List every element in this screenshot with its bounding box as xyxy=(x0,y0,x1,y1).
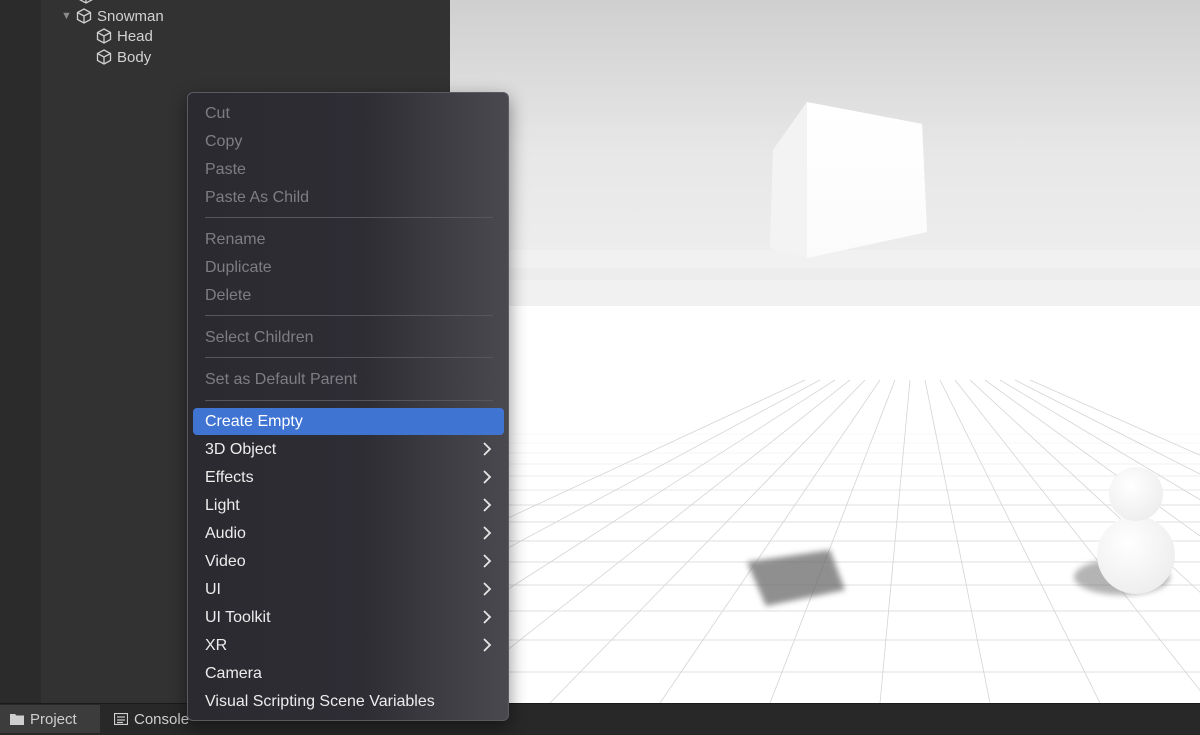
menu-item-3d-object[interactable]: 3D Object xyxy=(193,436,504,463)
menu-item-ui[interactable]: UI xyxy=(193,576,504,603)
menu-item-effects[interactable]: Effects xyxy=(193,464,504,491)
scene-cube[interactable] xyxy=(770,102,927,258)
console-icon xyxy=(114,713,128,725)
tree-item-label: Snowman xyxy=(97,7,164,25)
cube-icon xyxy=(76,8,92,24)
tree-item-snowman[interactable]: ▼ Snowman xyxy=(61,6,164,26)
menu-item-paste[interactable]: Paste xyxy=(193,156,504,183)
chevron-right-icon xyxy=(483,442,492,456)
scene-view[interactable] xyxy=(450,0,1200,703)
tab-label: Console xyxy=(134,710,190,728)
menu-item-visual-scripting-scene-variables[interactable]: Visual Scripting Scene Variables xyxy=(193,688,504,715)
chevron-right-icon xyxy=(483,638,492,652)
menu-separator xyxy=(205,217,493,218)
menu-item-rename[interactable]: Rename xyxy=(193,226,504,253)
menu-item-label: Light xyxy=(205,496,240,514)
menu-item-copy[interactable]: Copy xyxy=(193,128,504,155)
chevron-right-icon xyxy=(483,470,492,484)
tab-project[interactable]: Project xyxy=(0,705,100,733)
cube-icon xyxy=(79,0,93,4)
cube-icon xyxy=(96,28,112,44)
menu-item-light[interactable]: Light xyxy=(193,492,504,519)
menu-item-label: Video xyxy=(205,552,246,570)
tree-item-label: Body xyxy=(117,48,152,66)
menu-item-label: Audio xyxy=(205,524,246,542)
chevron-right-icon xyxy=(483,498,492,512)
menu-item-set-default-parent[interactable]: Set as Default Parent xyxy=(193,366,504,393)
hierarchy-gutter xyxy=(0,0,41,703)
menu-separator xyxy=(205,400,493,401)
menu-separator xyxy=(205,315,493,316)
menu-item-label: XR xyxy=(205,636,228,654)
scene-render xyxy=(450,102,1200,703)
chevron-right-icon xyxy=(483,582,492,596)
menu-item-video[interactable]: Video xyxy=(193,548,504,575)
chevron-right-icon xyxy=(483,610,492,624)
menu-item-label: Effects xyxy=(205,468,254,486)
expand-triangle-icon[interactable]: ▼ xyxy=(61,10,75,22)
menu-item-delete[interactable]: Delete xyxy=(193,282,504,309)
menu-separator xyxy=(205,357,493,358)
menu-item-paste-as-child[interactable]: Paste As Child xyxy=(193,184,504,211)
menu-item-camera[interactable]: Camera xyxy=(193,660,504,687)
menu-item-duplicate[interactable]: Duplicate xyxy=(193,254,504,281)
menu-item-label: 3D Object xyxy=(205,440,277,458)
tree-item-label: Head xyxy=(117,27,153,45)
chevron-right-icon xyxy=(483,554,492,568)
menu-item-label: UI Toolkit xyxy=(205,608,271,626)
menu-item-ui-toolkit[interactable]: UI Toolkit xyxy=(193,604,504,631)
folder-icon xyxy=(10,714,24,725)
menu-item-cut[interactable]: Cut xyxy=(193,100,504,127)
cube-icon xyxy=(96,49,112,65)
menu-item-xr[interactable]: XR xyxy=(193,632,504,659)
hierarchy-context-menu: Cut Copy Paste Paste As Child Rename Dup… xyxy=(187,92,509,721)
tab-label: Project xyxy=(30,710,77,728)
tree-item-head[interactable]: Head xyxy=(95,26,153,46)
bottom-tab-bar: Project Console xyxy=(0,703,1200,735)
menu-item-audio[interactable]: Audio xyxy=(193,520,504,547)
menu-item-select-children[interactable]: Select Children xyxy=(193,324,504,351)
menu-item-create-empty[interactable]: Create Empty xyxy=(193,408,504,435)
tree-item-body[interactable]: Body xyxy=(95,47,151,67)
menu-item-label: UI xyxy=(205,580,221,598)
chevron-right-icon xyxy=(483,526,492,540)
